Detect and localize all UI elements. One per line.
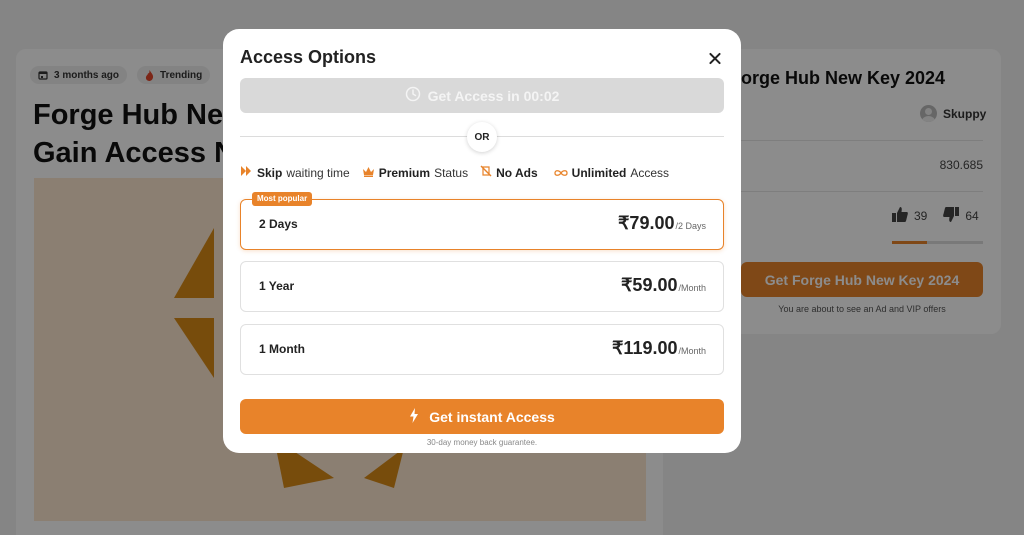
plan-name: 2 Days xyxy=(259,217,298,231)
plan-amount: ₹119.00 xyxy=(611,338,678,358)
clock-icon xyxy=(405,86,421,105)
plan-amount: ₹59.00 xyxy=(620,275,678,295)
feature-bold: Skip xyxy=(257,165,283,180)
crown-icon xyxy=(362,166,375,180)
most-popular-badge: Most popular xyxy=(252,192,313,206)
plan-option-1-month[interactable]: 1 Month ₹119.00 /Month xyxy=(240,324,724,375)
get-instant-access-button[interactable]: Get instant Access xyxy=(240,399,724,434)
feature-bold: Premium xyxy=(378,165,431,180)
plan-name: 1 Year xyxy=(259,279,295,293)
plan-amount: ₹79.00 xyxy=(617,213,675,233)
lightning-icon xyxy=(409,407,419,426)
money-back-guarantee: 30-day money back guarantee. xyxy=(426,438,538,447)
plan-price: ₹119.00 /Month xyxy=(612,338,706,359)
timer-label: Get Access in 00:02 xyxy=(427,87,560,104)
feature-skip: Skip waiting time xyxy=(240,165,350,180)
timer-button[interactable]: Get Access in 00:02 xyxy=(240,78,724,113)
plan-unit: /Month xyxy=(678,346,706,356)
plan-price: ₹79.00 /2 Days xyxy=(618,213,706,234)
plan-option-2-days[interactable]: Most popular 2 Days ₹79.00 /2 Days xyxy=(240,192,724,250)
feature-bold: No Ads xyxy=(496,165,538,180)
feature-text: waiting time xyxy=(286,165,350,180)
plan-unit: /2 Days xyxy=(675,221,706,231)
plan-price: ₹59.00 /Month xyxy=(621,275,706,296)
plan-name: 1 Month xyxy=(259,342,305,356)
close-icon[interactable] xyxy=(705,49,725,69)
infinity-icon xyxy=(554,166,568,180)
skip-icon xyxy=(240,165,253,180)
feature-premium: Premium Status xyxy=(362,166,468,180)
feature-unlimited: Unlimited Access xyxy=(554,166,669,180)
feature-text: Status xyxy=(434,165,469,180)
feature-no-ads: No Ads xyxy=(480,165,542,180)
feature-bold: Unlimited xyxy=(571,165,627,180)
or-badge: OR xyxy=(467,122,497,152)
plan-option-1-year[interactable]: 1 Year ₹59.00 /Month xyxy=(240,261,724,312)
feature-text: Access xyxy=(630,165,670,180)
plan-unit: /Month xyxy=(678,283,706,293)
no-ads-icon xyxy=(480,165,492,180)
feature-list: Skip waiting time Premium Status No Ads … xyxy=(240,165,669,180)
modal-title: Access Options xyxy=(240,47,377,67)
access-options-modal: Access Options Get Access in 00:02 OR Sk… xyxy=(223,29,741,453)
cta-label: Get instant Access xyxy=(429,408,555,425)
